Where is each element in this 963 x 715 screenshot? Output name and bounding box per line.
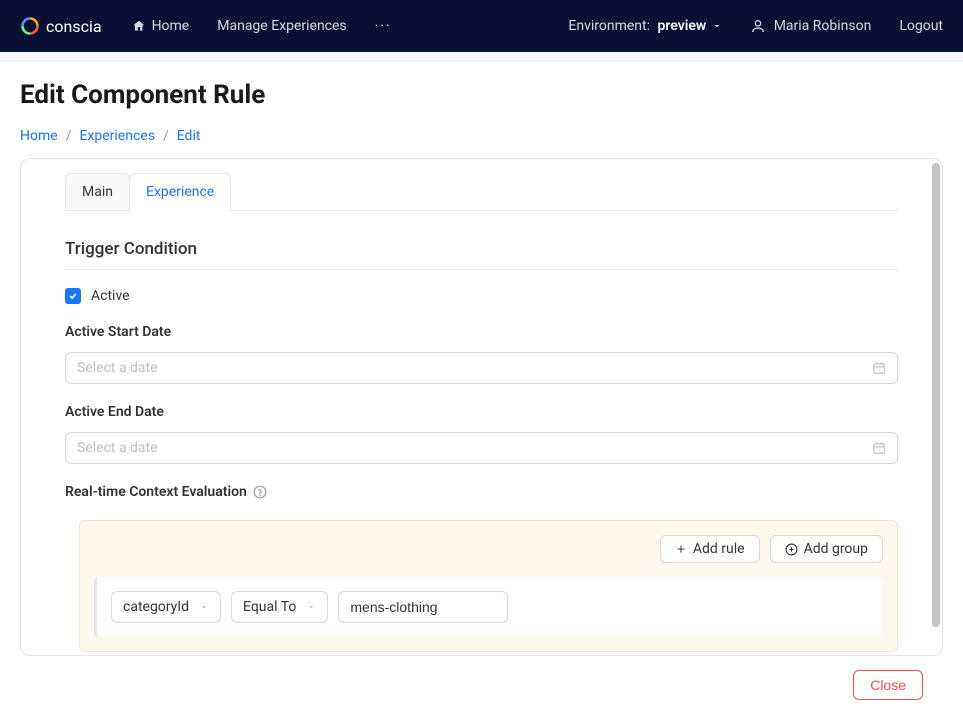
chevron-down-icon [306, 602, 316, 612]
rule-operator-select[interactable]: Equal To [231, 591, 328, 623]
end-date-placeholder: Select a date [77, 440, 158, 456]
user-icon [750, 18, 766, 34]
caret-down-icon [712, 21, 722, 31]
add-group-label: Add group [804, 541, 868, 557]
start-date-placeholder: Select a date [77, 360, 158, 376]
rule-field-select[interactable]: categoryId [111, 591, 221, 623]
nav-manage-label: Manage Experiences [217, 18, 346, 34]
scrollbar[interactable] [932, 163, 940, 651]
add-rule-label: Add rule [693, 541, 745, 557]
env-value: preview [657, 18, 706, 34]
end-date-label: Active End Date [65, 404, 898, 420]
breadcrumb-home[interactable]: Home [20, 128, 58, 144]
rtce-label: Real-time Context Evaluation [65, 484, 247, 500]
rule-row: categoryId Equal To [94, 577, 883, 637]
env-label: Environment: [568, 18, 650, 34]
nav-manage-experiences[interactable]: Manage Experiences [217, 18, 346, 34]
brand-text: conscia [46, 17, 102, 36]
start-date-label: Active Start Date [65, 324, 898, 340]
breadcrumb-edit[interactable]: Edit [177, 128, 201, 144]
rule-operator-value: Equal To [243, 599, 296, 615]
plus-circle-icon [785, 543, 798, 556]
breadcrumb-experiences[interactable]: Experiences [79, 128, 154, 144]
rule-builder: Add rule Add group categoryId [79, 520, 898, 652]
top-nav: conscia Home Manage Experiences ··· Envi… [0, 0, 963, 52]
environment-selector[interactable]: Environment: preview [568, 18, 721, 34]
nav-more-icon[interactable]: ··· [375, 18, 392, 34]
check-icon [68, 291, 78, 301]
home-icon [132, 19, 146, 33]
user-name: Maria Robinson [774, 18, 872, 34]
sub-bar [0, 52, 963, 62]
calendar-icon [872, 441, 886, 455]
active-label: Active [91, 288, 130, 304]
breadcrumb: Home / Experiences / Edit [20, 128, 943, 144]
tabs: Main Experience [65, 173, 898, 211]
active-checkbox[interactable] [65, 288, 81, 304]
calendar-icon [872, 361, 886, 375]
tab-experience[interactable]: Experience [129, 173, 231, 211]
edit-panel: Main Experience Trigger Condition Active… [20, 158, 943, 656]
end-date-input[interactable]: Select a date [65, 432, 898, 464]
close-button[interactable]: Close [853, 670, 923, 700]
start-date-input[interactable]: Select a date [65, 352, 898, 384]
brand-icon [20, 16, 40, 36]
add-group-button[interactable]: Add group [770, 535, 883, 563]
help-icon[interactable] [253, 485, 267, 499]
breadcrumb-separator: / [163, 128, 169, 144]
section-trigger-title: Trigger Condition [65, 239, 898, 270]
rule-value-input[interactable] [338, 591, 508, 623]
add-rule-button[interactable]: Add rule [660, 535, 760, 563]
nav-home-label: Home [152, 18, 190, 34]
plus-icon [675, 543, 687, 555]
logout-link[interactable]: Logout [899, 18, 943, 34]
tab-main[interactable]: Main [65, 173, 130, 210]
user-menu[interactable]: Maria Robinson [750, 18, 872, 34]
rule-field-value: categoryId [123, 599, 189, 615]
brand-logo[interactable]: conscia [20, 16, 102, 36]
page-title: Edit Component Rule [20, 80, 943, 110]
scrollbar-thumb[interactable] [932, 163, 940, 627]
nav-home[interactable]: Home [132, 18, 190, 34]
breadcrumb-separator: / [66, 128, 72, 144]
chevron-down-icon [199, 602, 209, 612]
